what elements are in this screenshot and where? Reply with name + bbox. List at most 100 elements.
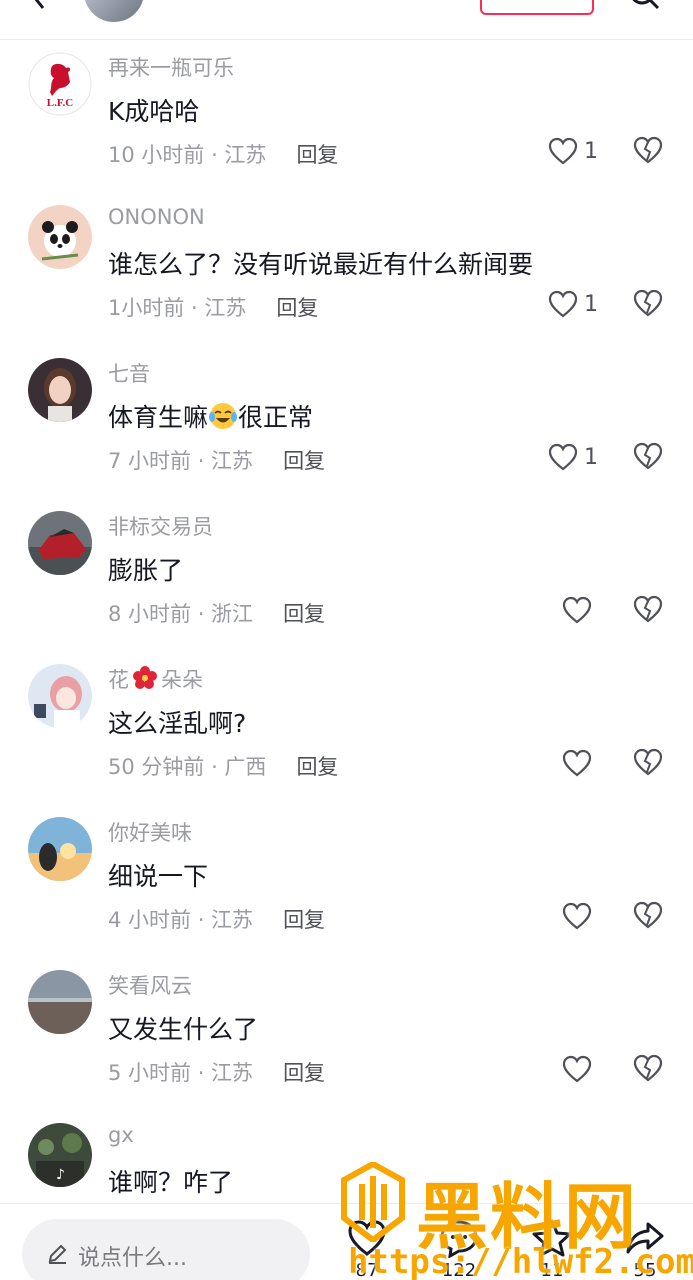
heart-icon: [348, 1220, 386, 1256]
favorite-action-count: 11: [540, 1260, 564, 1280]
comment-time: 50 分钟前 · 广西: [108, 755, 267, 779]
heart-icon: [548, 137, 578, 165]
lfc-logo-icon: L.F.C: [28, 52, 92, 116]
comment-text: 又发生什么了: [108, 1015, 259, 1044]
comment-bubble-icon: [440, 1220, 478, 1258]
red-car-icon: [28, 511, 92, 575]
comment-meta: 10 小时前 · 江苏 回复: [108, 139, 338, 169]
comment-input-placeholder: 说点什么...: [78, 1246, 187, 1271]
broken-heart-icon[interactable]: [633, 595, 663, 623]
svg-text:L.F.C: L.F.C: [47, 97, 74, 109]
search-icon[interactable]: [628, 0, 660, 12]
comment-time: 7 小时前 · 江苏: [108, 449, 254, 473]
comment-username[interactable]: 花 朵朵: [108, 664, 203, 694]
like-button[interactable]: [562, 747, 592, 779]
heart-icon: [562, 596, 592, 624]
reply-button[interactable]: 回复: [283, 445, 325, 475]
comment-action-count: 122: [441, 1260, 477, 1280]
heart-icon: [562, 749, 592, 777]
comment-text: K成哈哈: [108, 97, 200, 126]
comment-text: 体育生嘛 很正常: [108, 403, 314, 432]
like-count: 1: [584, 138, 598, 164]
follow-button[interactable]: [480, 0, 594, 15]
avatar[interactable]: [28, 970, 92, 1034]
cafe-icon: ♪: [28, 1123, 92, 1187]
comment-action-button[interactable]: 122: [434, 1218, 484, 1280]
like-button[interactable]: [562, 594, 592, 626]
broken-heart-icon[interactable]: [633, 136, 663, 164]
comment-item: ONONON 谁怎么了？没有听说最近有什么新闻要 1小时前 · 江苏 回复 1: [0, 199, 693, 352]
comment-meta: 8 小时前 · 浙江 回复: [108, 598, 325, 628]
comment-text: 膨胀了: [108, 556, 184, 585]
like-action-button[interactable]: 87: [342, 1218, 392, 1280]
comment-time: 1小时前 · 江苏: [108, 296, 247, 320]
panda-icon: [28, 205, 92, 269]
like-button[interactable]: 1: [548, 135, 598, 167]
author-avatar[interactable]: [82, 0, 146, 24]
comment-item: L.F.C 再来一瓶可乐 K成哈哈 10 小时前 · 江苏 回复 1: [0, 46, 693, 199]
like-count: 1: [584, 444, 598, 470]
reply-button[interactable]: 回复: [283, 598, 325, 628]
favorite-action-button[interactable]: 11: [527, 1218, 577, 1280]
comment-meta: 1小时前 · 江苏 回复: [108, 292, 318, 322]
broken-heart-icon[interactable]: [633, 289, 663, 317]
reply-button[interactable]: 回复: [296, 139, 338, 169]
avatar[interactable]: [28, 817, 92, 881]
heart-icon: [562, 1055, 592, 1083]
comment-time: 10 小时前 · 江苏: [108, 143, 267, 167]
hibiscus-emoji-icon: [133, 666, 157, 689]
comment-text: 谁啊？咋了: [108, 1168, 234, 1197]
comment-time: 8 小时前 · 浙江: [108, 602, 254, 626]
broken-heart-icon[interactable]: [633, 901, 663, 929]
broken-heart-icon[interactable]: [633, 442, 663, 470]
reply-button[interactable]: 回复: [296, 751, 338, 781]
comment-text: 谁怎么了？没有听说最近有什么新闻要: [108, 250, 534, 279]
avatar[interactable]: [28, 664, 92, 728]
pencil-icon: [48, 1244, 67, 1264]
anime-girl-icon: [28, 664, 92, 728]
comment-username[interactable]: 再来一瓶可乐: [108, 52, 234, 82]
reply-button[interactable]: 回复: [283, 904, 325, 934]
bottom-bar: 说点什么... 87 122 11 55: [0, 1203, 693, 1280]
avatar[interactable]: ♪: [28, 1123, 92, 1187]
heart-icon: [548, 443, 578, 471]
avatar[interactable]: [28, 205, 92, 269]
star-icon: [532, 1219, 572, 1257]
comment-text: 细说一下: [108, 862, 209, 891]
comment-item: 笑看风云 又发生什么了 5 小时前 · 江苏 回复: [0, 964, 693, 1117]
like-button[interactable]: [562, 900, 592, 932]
reply-button[interactable]: 回复: [283, 1057, 325, 1087]
comment-username[interactable]: 七音: [108, 358, 150, 388]
comment-username[interactable]: gx: [108, 1123, 134, 1147]
top-bar: [0, 0, 693, 40]
svg-text:♪: ♪: [56, 1167, 65, 1183]
like-button[interactable]: [562, 1053, 592, 1085]
like-action-count: 87: [355, 1260, 379, 1280]
share-action-count: 55: [633, 1260, 657, 1280]
comment-username[interactable]: 笑看风云: [108, 970, 192, 1000]
comment-input[interactable]: 说点什么...: [22, 1219, 310, 1280]
comment-username[interactable]: ONONON: [108, 205, 205, 229]
avatar[interactable]: [28, 358, 92, 422]
like-button[interactable]: 1: [548, 288, 598, 320]
portrait-icon: [28, 358, 92, 422]
avatar[interactable]: [28, 511, 92, 575]
comment-meta: 50 分钟前 · 广西 回复: [108, 751, 338, 781]
broken-heart-icon[interactable]: [633, 1054, 663, 1082]
comment-time: 4 小时前 · 江苏: [108, 908, 254, 932]
comment-username[interactable]: 非标交易员: [108, 511, 213, 541]
reply-button[interactable]: 回复: [276, 292, 318, 322]
sunset-icon: [28, 817, 92, 881]
comment-item: 你好美味 细说一下 4 小时前 · 江苏 回复: [0, 811, 693, 964]
share-action-button[interactable]: 55: [620, 1218, 670, 1280]
comment-username[interactable]: 你好美味: [108, 817, 192, 847]
comment-meta: 5 小时前 · 江苏 回复: [108, 1057, 325, 1087]
broken-heart-icon[interactable]: [633, 748, 663, 776]
like-count: 1: [584, 291, 598, 317]
like-button[interactable]: 1: [548, 441, 598, 473]
heart-icon: [562, 902, 592, 930]
comment-item: 七音 体育生嘛 很正常 7 小时前 · 江苏 回复 1: [0, 352, 693, 505]
back-arrow-icon[interactable]: [28, 0, 52, 10]
comment-time: 5 小时前 · 江苏: [108, 1061, 254, 1085]
avatar[interactable]: L.F.C: [28, 52, 92, 116]
